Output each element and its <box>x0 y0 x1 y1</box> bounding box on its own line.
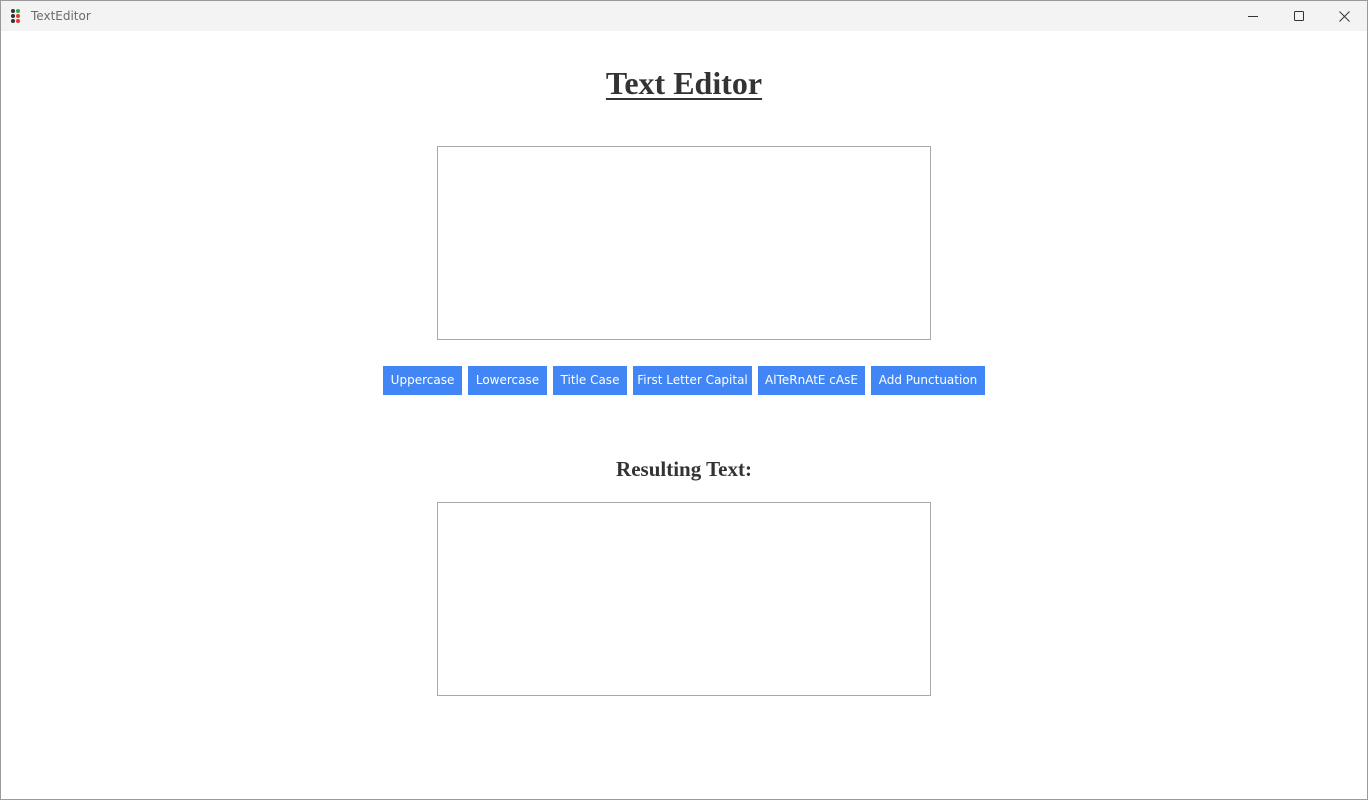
title-bar[interactable]: TextEditor <box>1 1 1367 31</box>
case-button-row: Uppercase Lowercase Title Case First Let… <box>383 366 985 395</box>
window-title: TextEditor <box>31 9 91 23</box>
page-title: Text Editor <box>605 65 763 101</box>
first-letter-capital-button[interactable]: First Letter Capital <box>633 366 752 395</box>
lowercase-button[interactable]: Lowercase <box>468 366 547 395</box>
close-button[interactable] <box>1321 1 1367 31</box>
maximize-button[interactable] <box>1276 1 1322 31</box>
uppercase-button[interactable]: Uppercase <box>383 366 462 395</box>
maximize-icon <box>1294 11 1304 21</box>
alternate-case-button[interactable]: AlTeRnAtE cAsE <box>758 366 865 395</box>
app-dots-icon <box>11 9 25 23</box>
input-textarea[interactable] <box>437 146 931 340</box>
minimize-button[interactable] <box>1230 1 1276 31</box>
add-punctuation-button[interactable]: Add Punctuation <box>871 366 985 395</box>
result-heading: Resulting Text: <box>616 457 752 481</box>
output-textarea[interactable] <box>437 502 931 696</box>
app-window: TextEditor Text Editor Uppercase Lowerca… <box>0 0 1368 800</box>
minimize-icon <box>1248 16 1258 17</box>
close-icon <box>1338 10 1350 22</box>
title-case-button[interactable]: Title Case <box>553 366 627 395</box>
